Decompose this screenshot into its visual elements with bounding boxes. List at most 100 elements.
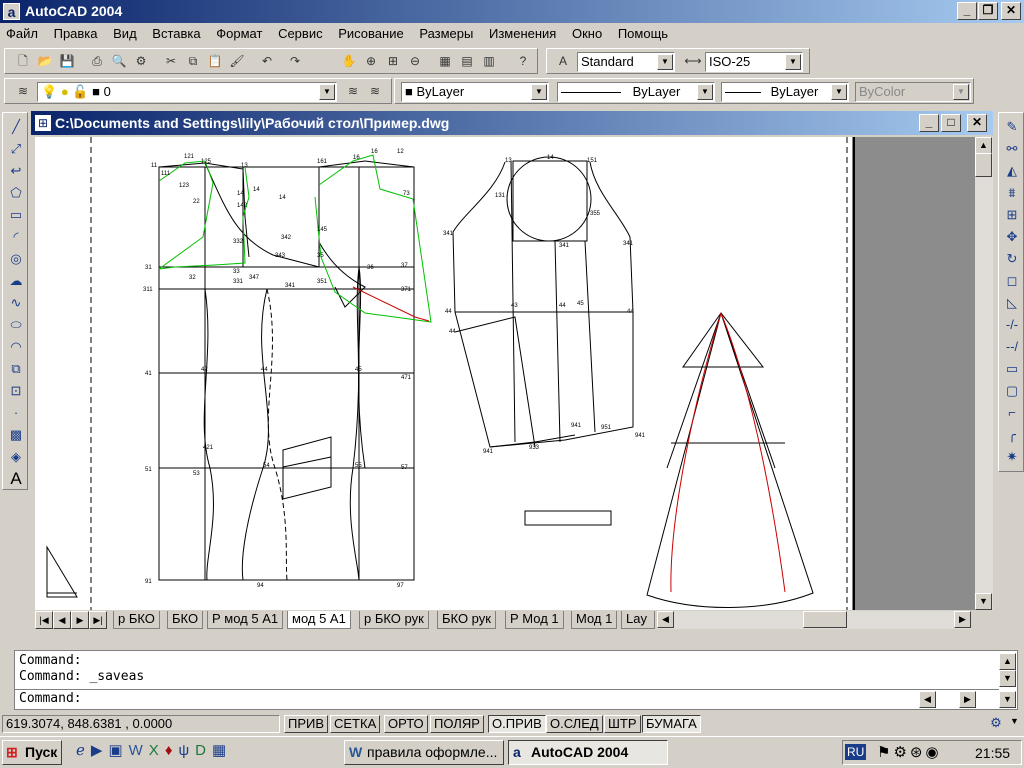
paper-model-toggle[interactable]: БУМАГА [642, 715, 701, 733]
tab-mod1[interactable]: Мод 1 [571, 611, 618, 629]
mirror-icon[interactable]: ◭ [1002, 161, 1022, 181]
publish-icon[interactable]: ⚙ [131, 51, 151, 71]
access-icon[interactable]: ♦ [165, 742, 179, 759]
polygon-icon[interactable]: ⬠ [6, 183, 26, 203]
otrack-toggle[interactable]: О.СЛЕД [546, 715, 603, 733]
pan-icon[interactable]: ✋ [339, 51, 359, 71]
linetype-select[interactable]: ByLayer ▼ [557, 82, 715, 102]
cmd-scroll-up[interactable]: ▲ [999, 653, 1016, 670]
scroll-left-button[interactable]: ◀ [657, 611, 674, 628]
tab-r-bko-ruk[interactable]: р БКО рук [359, 611, 429, 629]
open-icon[interactable]: 📂 [35, 51, 55, 71]
polar-toggle[interactable]: ПОЛЯР [430, 715, 484, 733]
tab-layout[interactable]: Lay [621, 611, 655, 629]
menu-modify[interactable]: Изменения [483, 23, 562, 41]
extend-icon[interactable]: --/ [1002, 337, 1022, 357]
redo-icon[interactable]: ↷ [285, 51, 305, 71]
copy-object-icon[interactable]: ⚯ [1002, 139, 1022, 159]
task-autocad[interactable]: a AutoCAD 2004 [508, 740, 668, 765]
text-style-icon[interactable]: A [553, 51, 573, 71]
powerpoint-icon[interactable]: ψ [178, 742, 195, 759]
scale-icon[interactable]: ◻ [1002, 271, 1022, 291]
horizontal-scrollbar[interactable]: ◀ ▶ [657, 611, 971, 629]
tab-mod5-a1[interactable]: мод 5 А1 [287, 611, 351, 629]
menu-edit[interactable]: Правка [48, 23, 104, 41]
title-bar[interactable]: a AutoCAD 2004 _ ❐ ✕ [0, 0, 1024, 23]
task-word-doc[interactable]: W правила оформле... [344, 740, 504, 765]
minimize-button[interactable]: _ [957, 2, 977, 20]
tab-bko-ruk[interactable]: БКО рук [437, 611, 496, 629]
close-button[interactable]: ✕ [1001, 2, 1021, 20]
ortho-toggle[interactable]: ОРТО [384, 715, 428, 733]
menu-tools[interactable]: Сервис [272, 23, 329, 41]
calendar-icon[interactable]: ▦ [212, 742, 232, 759]
prev-tab-button[interactable]: ◀ [53, 611, 71, 629]
explode-icon[interactable]: ✷ [1002, 447, 1022, 467]
language-indicator[interactable]: RU [845, 744, 867, 760]
snap-toggle[interactable]: ПРИВ [284, 715, 329, 733]
erase-icon[interactable]: ✎ [1002, 117, 1022, 137]
status-menu-arrow-icon[interactable]: ▼ [1010, 716, 1019, 726]
rotate-icon[interactable]: ↻ [1002, 249, 1022, 269]
clock[interactable]: 21:55 [975, 745, 1010, 761]
circle-icon[interactable]: ◎ [6, 249, 26, 269]
autocad-app-icon[interactable]: a [3, 3, 20, 20]
tray-icons[interactable]: ⚑⚙⊛◉ [877, 743, 942, 761]
fillet-icon[interactable]: ╭ [1002, 425, 1022, 445]
dim-style-icon[interactable]: ⟷ [683, 51, 703, 71]
menu-format[interactable]: Формат [210, 23, 268, 41]
drawing-title-bar[interactable]: ⊞ C:\Documents and Settings\lily\Рабочий… [31, 111, 993, 135]
tab-r-mod1[interactable]: Р Мод 1 [505, 611, 564, 629]
construction-line-icon[interactable]: ⤢ [6, 139, 26, 159]
menu-draw[interactable]: Рисование [332, 23, 409, 41]
arc-icon[interactable]: ◜ [6, 227, 26, 247]
menu-view[interactable]: Вид [107, 23, 143, 41]
drawing-doc-icon[interactable]: ⊞ [35, 115, 51, 131]
coordinates-display[interactable]: 619.3074, 848.6381 , 0.0000 [2, 715, 280, 733]
make-current-layer-icon[interactable]: ≋ [343, 81, 363, 101]
cmd-scroll-left[interactable]: ◀ [919, 691, 936, 708]
grid-toggle[interactable]: СЕТКА [330, 715, 381, 733]
rectangle-icon[interactable]: ▭ [6, 205, 26, 225]
trim-icon[interactable]: -/- [1002, 315, 1022, 335]
offset-icon[interactable]: ⩩ [1002, 183, 1022, 203]
start-button[interactable]: ⊞ Пуск [2, 740, 62, 765]
cmd-scroll-down[interactable]: ▼ [999, 670, 1016, 687]
restore-button[interactable]: ❐ [978, 2, 998, 20]
undo-icon[interactable]: ↶ [257, 51, 277, 71]
h-scroll-thumb[interactable] [803, 611, 847, 628]
drawing-close-button[interactable]: ✕ [967, 114, 987, 132]
lineweight-toggle[interactable]: ШТР [604, 715, 641, 733]
drawing-minimize-button[interactable]: _ [919, 114, 939, 132]
print-preview-icon[interactable]: 🔍 [109, 51, 129, 71]
vertical-scrollbar[interactable]: ▲ ▼ [975, 137, 993, 610]
chamfer-icon[interactable]: ⌐ [1002, 403, 1022, 423]
tool-palettes-icon[interactable]: ▥ [479, 51, 499, 71]
insert-block-icon[interactable]: ⧉ [6, 359, 26, 379]
scroll-right-button[interactable]: ▶ [954, 611, 971, 628]
zoom-window-icon[interactable]: ⊞ [383, 51, 403, 71]
text-style-select[interactable]: Standard ▼ [577, 52, 675, 72]
spline-icon[interactable]: ∿ [6, 293, 26, 313]
media-player-icon[interactable]: ▶ [91, 742, 109, 759]
scroll-up-button[interactable]: ▲ [975, 137, 992, 154]
revision-cloud-icon[interactable]: ☁ [6, 271, 26, 291]
ellipse-arc-icon[interactable]: ◠ [6, 337, 26, 357]
layer-previous-icon[interactable]: ≋ [365, 81, 385, 101]
color-select[interactable]: ■ ByLayer ▼ [401, 82, 549, 102]
command-window[interactable]: Command: Command: _saveas Command: ▲ ▼ ◀… [14, 650, 1018, 710]
scroll-thumb[interactable] [975, 153, 992, 177]
last-tab-button[interactable]: ▶| [89, 611, 107, 629]
ie-icon[interactable]: ℯ [76, 742, 91, 759]
point-icon[interactable]: · [6, 403, 26, 423]
copy-icon[interactable]: ⧉ [183, 51, 203, 71]
multiline-text-icon[interactable]: A [6, 469, 26, 489]
tab-r-mod5-a1[interactable]: Р мод 5 А1 [207, 611, 284, 629]
save-icon[interactable]: 💾 [57, 51, 77, 71]
next-tab-button[interactable]: ▶ [71, 611, 89, 629]
tab-bko[interactable]: БКО [167, 611, 204, 629]
paste-icon[interactable]: 📋 [205, 51, 225, 71]
hatch-icon[interactable]: ▩ [6, 425, 26, 445]
first-tab-button[interactable]: |◀ [35, 611, 53, 629]
tab-r-bko[interactable]: р БКО [113, 611, 160, 629]
